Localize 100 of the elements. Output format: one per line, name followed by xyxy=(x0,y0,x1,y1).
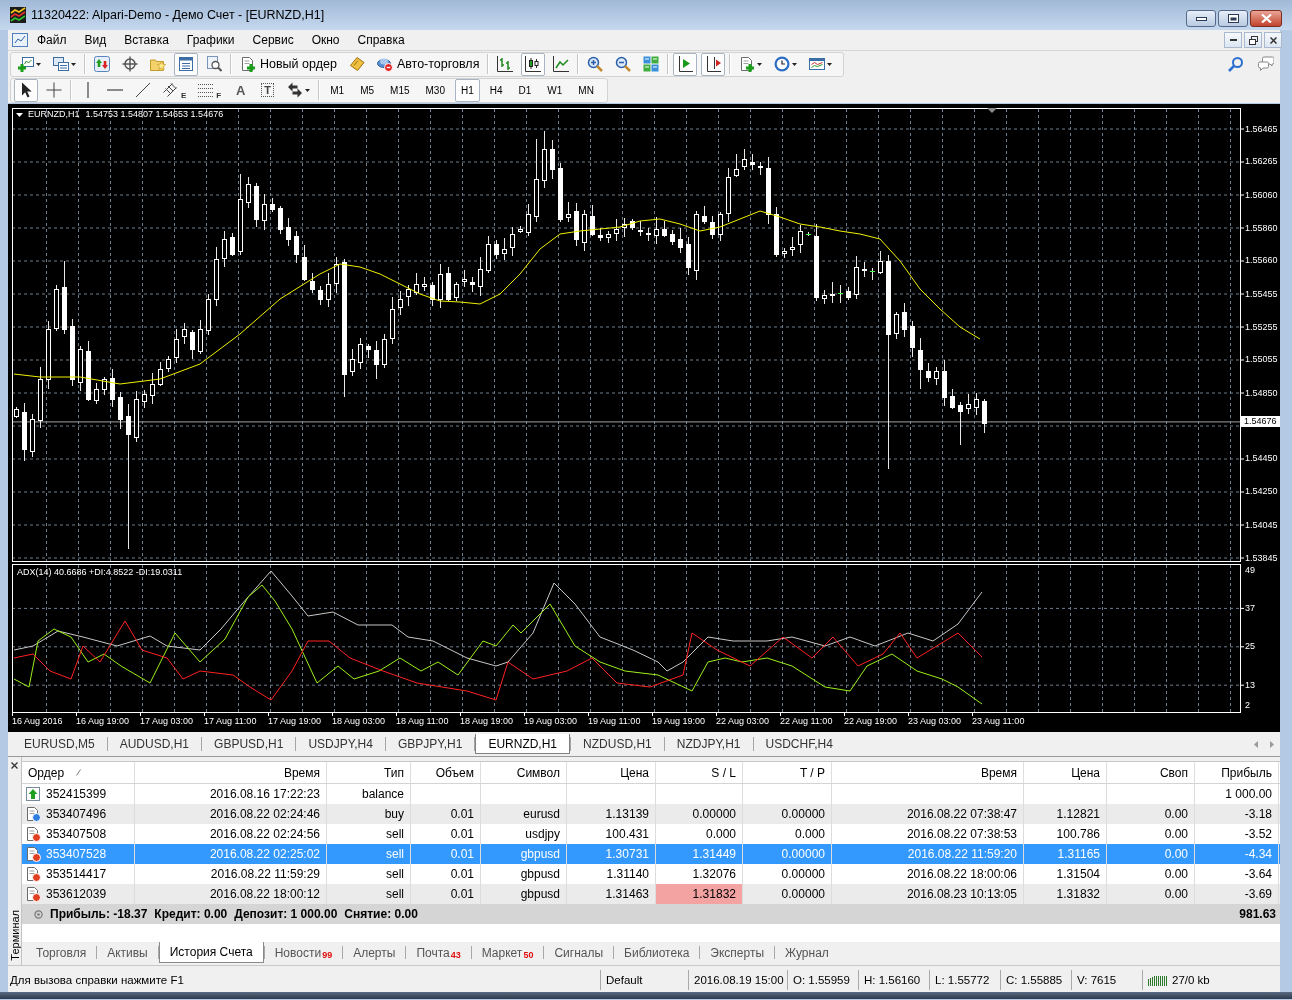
menu-item[interactable]: Сервис xyxy=(243,31,303,49)
minimize-button[interactable] xyxy=(1186,10,1216,27)
panel-tab[interactable]: Активы xyxy=(97,942,158,963)
period-button[interactable]: M15 xyxy=(384,78,416,102)
zoom-out-icon xyxy=(615,56,632,72)
minimize-window-button[interactable] xyxy=(1224,32,1242,48)
autotrading-button[interactable]: Авто-торговля xyxy=(372,52,484,76)
table-cell: buy xyxy=(327,804,411,824)
menu-item[interactable]: Справка xyxy=(348,31,414,49)
menu-item[interactable]: Окно xyxy=(302,31,349,49)
chart-symbol: EURNZD,H1 xyxy=(28,109,80,120)
chart-tab[interactable]: GBPUSD,H1 xyxy=(202,734,296,754)
fibonacci-icon xyxy=(198,82,215,98)
panel-tab[interactable]: История Счета xyxy=(158,942,264,963)
chat-icon xyxy=(1258,56,1274,72)
chart-tab[interactable]: EURNZD,H1 xyxy=(475,734,571,754)
summary-item: Снятие: 0.00 xyxy=(344,907,418,921)
chart-tab[interactable]: USDJPY,H4 xyxy=(296,734,385,754)
panel-tab[interactable]: Эксперты xyxy=(700,942,775,963)
period-button[interactable]: D1 xyxy=(512,78,538,102)
windows-icon xyxy=(53,56,69,72)
text-tool-button[interactable]: A xyxy=(229,78,253,102)
column-header[interactable]: Цена xyxy=(1024,762,1107,783)
cursor-tool-button[interactable] xyxy=(14,78,38,102)
table-cell: 1.12821 xyxy=(1024,804,1107,824)
close-icon xyxy=(1269,36,1277,44)
panel-tab[interactable]: Торговля xyxy=(26,942,97,963)
chart-tab[interactable]: NZDJPY,H1 xyxy=(664,734,753,754)
column-header[interactable]: Своп xyxy=(1107,762,1195,783)
chart-shift-button[interactable] xyxy=(701,52,726,76)
profile-name: Default xyxy=(600,969,688,990)
maximize-button[interactable] xyxy=(1218,10,1248,27)
period-button[interactable]: M30 xyxy=(419,78,451,102)
cap-stop-icon xyxy=(376,56,393,72)
chart-window-icon[interactable] xyxy=(12,32,28,48)
column-header[interactable]: Время xyxy=(135,762,327,783)
period-button[interactable]: H1 xyxy=(454,78,480,102)
panel-tab[interactable]: Почта43 xyxy=(406,942,471,963)
table-cell: 2016.08.22 02:24:46 xyxy=(135,804,327,824)
price-axis-label: 1.55860 xyxy=(1245,222,1278,234)
maximize-icon xyxy=(1227,14,1239,23)
unread-count: 43 xyxy=(450,950,461,960)
column-header[interactable]: Ордер xyxy=(22,762,135,783)
period-button[interactable]: W1 xyxy=(541,78,569,102)
panel-tab[interactable]: Маркет 50 xyxy=(471,942,544,963)
menu-item[interactable]: Вставка xyxy=(115,31,178,49)
unread-count: 99 xyxy=(322,950,333,960)
table-cell: 353407496 xyxy=(46,807,107,821)
status-field: C: 1.55885 xyxy=(1000,969,1071,990)
text-label-tool-button[interactable]: T xyxy=(256,78,280,102)
column-header[interactable]: Цена xyxy=(567,762,656,783)
period-button[interactable]: MN xyxy=(572,78,600,102)
column-header[interactable]: Время xyxy=(832,762,1024,783)
new-order-button[interactable]: Новый ордер xyxy=(236,52,341,76)
panel-tab[interactable]: Новости99 xyxy=(264,942,343,963)
shift-marker-icon[interactable] xyxy=(987,108,997,113)
column-header[interactable]: Прибыль xyxy=(1195,762,1279,783)
time-axis-label: 22 Aug 11:00 xyxy=(780,716,833,727)
triangle-icon[interactable] xyxy=(16,113,23,117)
candlestick-chart-button[interactable] xyxy=(521,52,546,76)
up-down-arrows-icon xyxy=(94,56,110,72)
clock-icon xyxy=(774,56,791,72)
panel-tab[interactable]: Сигналы xyxy=(544,942,614,963)
table-row[interactable]: 353407496 2016.08.22 02:24:46 buy 0.01 eurusd 1.13139 0.00000 0.00000 2016.08.22 07:38:47 1.12821 0.00 -3.18 xyxy=(22,804,1280,824)
period-button[interactable]: M1 xyxy=(324,78,351,102)
fibonacci-tool-button[interactable]: F xyxy=(194,78,226,102)
table-cell: 2016.08.22 11:59:20 xyxy=(832,844,1024,864)
time-axis-label: 16 Aug 2016 xyxy=(12,716,63,727)
chart-tab[interactable]: USDCHF,H4 xyxy=(753,734,845,754)
menu-item[interactable]: Вид xyxy=(75,31,116,49)
terminal-button[interactable] xyxy=(174,52,198,76)
chart-tab[interactable]: AUDUSD,H1 xyxy=(107,734,202,754)
close-window-button[interactable] xyxy=(1264,32,1282,48)
channel-tool-button[interactable]: E xyxy=(159,78,191,102)
menu-item[interactable]: Файл xyxy=(28,31,76,49)
time-axis-label: 18 Aug 11:00 xyxy=(396,716,449,727)
column-header[interactable]: Тип xyxy=(327,762,411,783)
autoscroll-button[interactable] xyxy=(673,52,698,76)
menu-item[interactable]: Графики xyxy=(177,31,244,49)
restore-window-button[interactable] xyxy=(1244,32,1262,48)
column-header[interactable]: T / P xyxy=(743,762,832,783)
table-row[interactable]: 353612039 2016.08.22 18:00:12 sell 0.01 gbpusd 1.31463 1.31832 0.00000 2016.08.23 10:13:05 1.31832 0.00 -3.69 xyxy=(22,884,1280,904)
panel-tab[interactable]: Алерты xyxy=(343,942,406,963)
chart-tab[interactable]: NZDUSD,H1 xyxy=(571,734,664,754)
close-button[interactable] xyxy=(1250,10,1282,27)
panel-tab[interactable]: Журнал xyxy=(775,942,839,963)
time-axis-label: 19 Aug 11:00 xyxy=(588,716,641,727)
price-axis-label: 1.54045 xyxy=(1245,519,1278,531)
chart-tab[interactable]: EURUSD,M5 xyxy=(12,734,107,754)
column-header[interactable]: Символ xyxy=(481,762,567,783)
column-header[interactable]: S / L xyxy=(656,762,743,783)
period-button[interactable]: M5 xyxy=(354,78,381,102)
period-button[interactable]: H4 xyxy=(483,78,509,102)
status-field: V: 7615 xyxy=(1071,969,1142,990)
signal-bars-icon xyxy=(1148,973,1167,986)
column-header[interactable]: Объем xyxy=(411,762,481,783)
chart-tab[interactable]: GBPJPY,H1 xyxy=(385,734,475,754)
table-cell: 0.01 xyxy=(411,804,481,824)
panel-tab[interactable]: Библиотека xyxy=(614,942,700,963)
close-icon[interactable] xyxy=(11,762,18,769)
